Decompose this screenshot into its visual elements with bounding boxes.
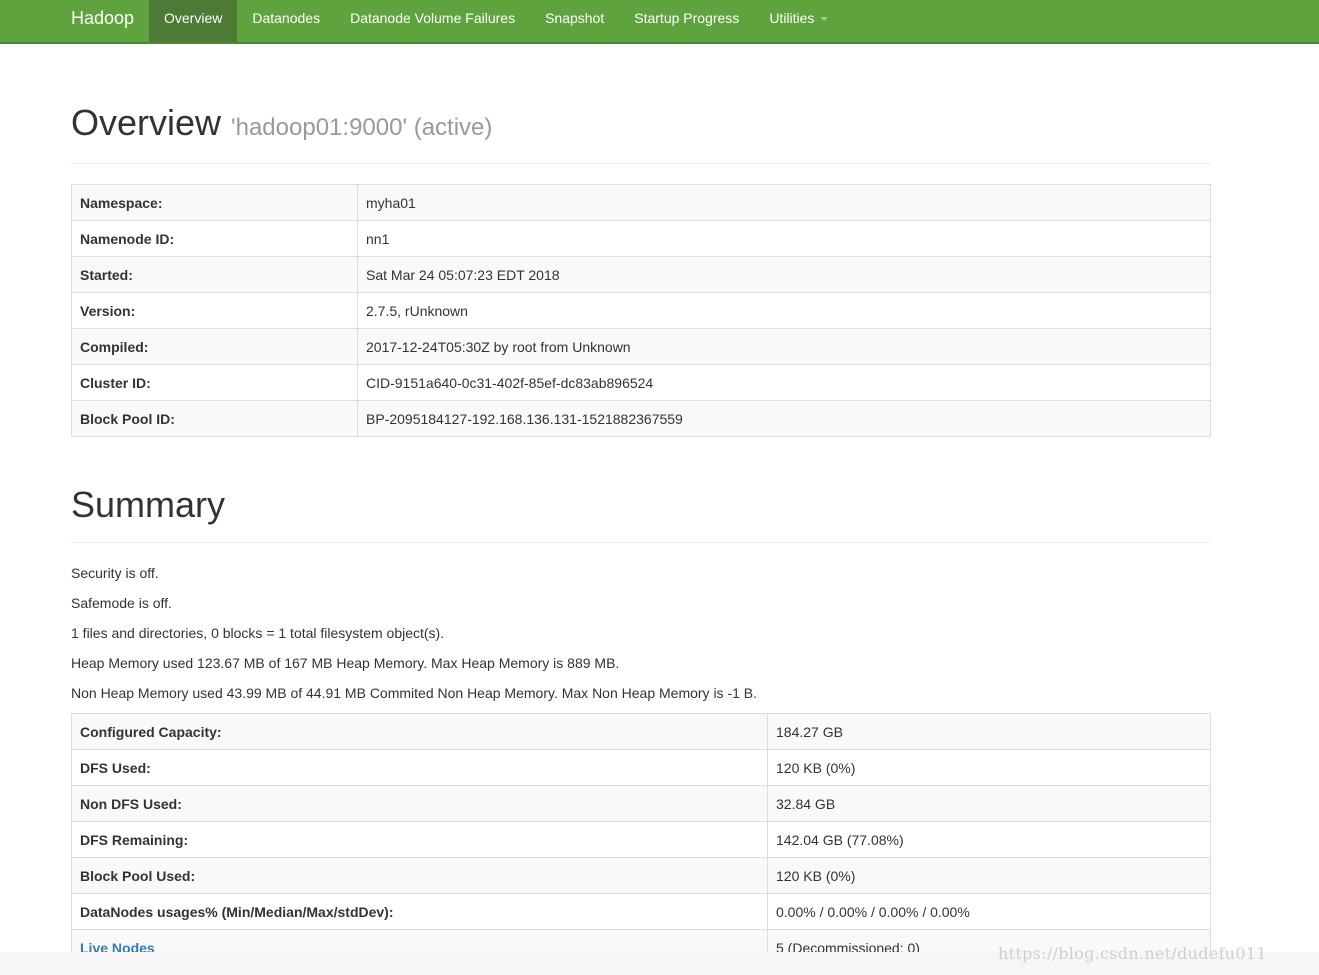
row-value: 142.04 GB (77.08%)	[767, 821, 1211, 858]
row-value: nn1	[357, 220, 1211, 257]
row-key: Namenode ID:	[71, 220, 358, 257]
caret-down-icon	[820, 17, 829, 22]
nav-overview[interactable]: Overview	[149, 0, 238, 42]
watermark: https://blog.csdn.net/dudefu011	[998, 944, 1267, 963]
overview-table: Namespace: myha01 Namenode ID: nn1 Start…	[71, 184, 1211, 437]
table-row: Version: 2.7.5, rUnknown	[71, 292, 1211, 329]
non-heap-memory: Non Heap Memory used 43.99 MB of 44.91 M…	[71, 685, 758, 701]
top-navbar: Hadoop Overview Datanodes Datanode Volum…	[0, 0, 1319, 44]
row-key: Non DFS Used:	[71, 785, 768, 822]
row-key: Block Pool ID:	[71, 400, 358, 437]
summary-status-lines: Security is off. Safemode is off. 1 file…	[71, 563, 757, 713]
nav-datanodes[interactable]: Datanodes	[237, 0, 335, 42]
overview-title: Overview 'hadoop01:9000' (active)	[71, 102, 492, 144]
table-row: Configured Capacity: 184.27 GB	[71, 713, 1211, 750]
table-row: DataNodes usages% (Min/Median/Max/stdDev…	[71, 893, 1211, 930]
brand-logo[interactable]: Hadoop	[71, 0, 134, 42]
heap-memory: Heap Memory used 123.67 MB of 167 MB Hea…	[71, 655, 620, 671]
row-value: myha01	[357, 184, 1211, 221]
row-value: 32.84 GB	[767, 785, 1211, 822]
row-key: Namespace:	[71, 184, 358, 221]
row-key: DFS Remaining:	[71, 821, 768, 858]
table-row: Namespace: myha01	[71, 184, 1211, 221]
summary-table: Configured Capacity: 184.27 GB DFS Used:…	[71, 713, 1211, 966]
summary-header: Summary	[71, 478, 1211, 543]
row-value: Sat Mar 24 05:07:23 EDT 2018	[357, 256, 1211, 293]
row-key: Started:	[71, 256, 358, 293]
row-key: Block Pool Used:	[71, 857, 768, 894]
nav-utilities-label: Utilities	[769, 10, 815, 26]
row-key: Compiled:	[71, 328, 358, 365]
safemode-status: Safemode is off.	[71, 595, 172, 611]
table-row: Block Pool Used: 120 KB (0%)	[71, 857, 1211, 894]
table-row: Cluster ID: CID-9151a640-0c31-402f-85ef-…	[71, 364, 1211, 401]
overview-header: Overview 'hadoop01:9000' (active)	[71, 98, 1211, 164]
table-row: Started: Sat Mar 24 05:07:23 EDT 2018	[71, 256, 1211, 293]
table-row: DFS Used: 120 KB (0%)	[71, 749, 1211, 786]
row-key: DataNodes usages% (Min/Median/Max/stdDev…	[71, 893, 768, 930]
filesystem-objects: 1 files and directories, 0 blocks = 1 to…	[71, 625, 445, 641]
row-key: Version:	[71, 292, 358, 329]
table-row: Non DFS Used: 32.84 GB	[71, 785, 1211, 822]
nav-utilities-dropdown[interactable]: Utilities	[754, 0, 843, 42]
row-key: Configured Capacity:	[71, 713, 768, 750]
security-status: Security is off.	[71, 565, 159, 581]
overview-title-text: Overview	[71, 102, 222, 143]
row-value: BP-2095184127-192.168.136.131-1521882367…	[357, 400, 1211, 437]
row-value: 120 KB (0%)	[767, 857, 1211, 894]
table-row: DFS Remaining: 142.04 GB (77.08%)	[71, 821, 1211, 858]
nav-datanode-volume-failures[interactable]: Datanode Volume Failures	[335, 0, 530, 42]
table-row: Compiled: 2017-12-24T05:30Z by root from…	[71, 328, 1211, 365]
row-value: CID-9151a640-0c31-402f-85ef-dc83ab896524	[357, 364, 1211, 401]
namenode-address: 'hadoop01:9000' (active)	[231, 114, 493, 141]
row-key: DFS Used:	[71, 749, 768, 786]
row-value: 0.00% / 0.00% / 0.00% / 0.00%	[767, 893, 1211, 930]
row-value: 2017-12-24T05:30Z by root from Unknown	[357, 328, 1211, 365]
nav-snapshot[interactable]: Snapshot	[530, 0, 619, 42]
summary-title: Summary	[71, 484, 226, 525]
nav-startup-progress[interactable]: Startup Progress	[619, 0, 754, 42]
row-value: 2.7.5, rUnknown	[357, 292, 1211, 329]
table-row: Namenode ID: nn1	[71, 220, 1211, 257]
row-value: 184.27 GB	[767, 713, 1211, 750]
row-value: 120 KB (0%)	[767, 749, 1211, 786]
nav-menu: Overview Datanodes Datanode Volume Failu…	[149, 0, 843, 42]
row-key: Cluster ID:	[71, 364, 358, 401]
table-row: Block Pool ID: BP-2095184127-192.168.136…	[71, 400, 1211, 437]
